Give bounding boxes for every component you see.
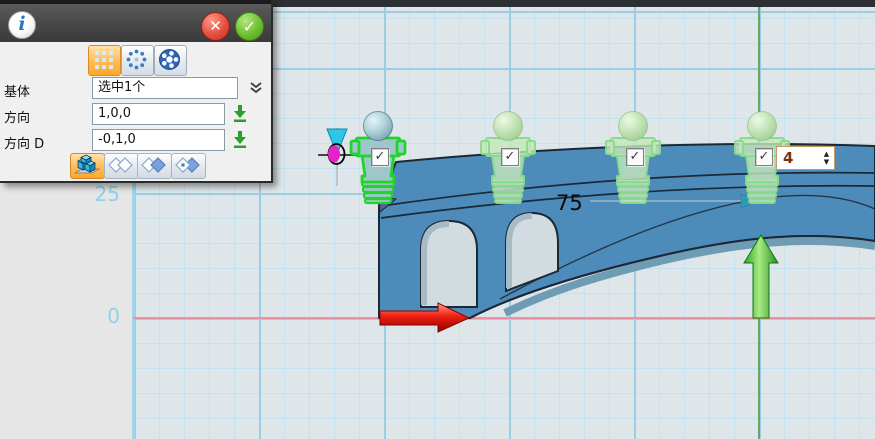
two-white-diamonds-icon <box>105 154 136 176</box>
circular-pattern-icon <box>122 46 151 73</box>
pattern-dialog: i ✕ ✓ <box>0 0 273 183</box>
pawn-head <box>364 112 393 141</box>
base-field-label: 基体 <box>4 81 30 100</box>
boolean-option-3-button[interactable] <box>137 153 172 179</box>
check-icon: ✓ <box>630 149 641 164</box>
pawn-head <box>748 112 777 141</box>
linear-pattern-button[interactable] <box>88 45 121 76</box>
boolean-merge-button[interactable] <box>70 153 105 179</box>
confirm-button[interactable]: ✓ <box>235 12 264 41</box>
spherical-pattern-button[interactable] <box>154 45 187 76</box>
base-field-input[interactable]: 选中1个 <box>92 77 238 99</box>
direction2-field-label: 方向 D <box>4 133 44 152</box>
boolean-option-4-button[interactable] <box>171 153 206 179</box>
application-window: 25 0 <box>0 0 875 439</box>
direction1-field-input[interactable]: 1,0,0 <box>92 103 225 125</box>
spinner-arrows: ▲ ▼ <box>819 147 834 169</box>
check-icon: ✓ <box>505 149 516 164</box>
instance-2-checkbox[interactable]: ✓ <box>501 148 519 166</box>
expand-chevron-icon[interactable] <box>248 80 264 96</box>
direction1-pick-icon[interactable] <box>231 104 249 123</box>
white-blue-diamonds-icon <box>138 154 169 176</box>
circular-pattern-button[interactable] <box>121 45 154 76</box>
linear-pattern-icon <box>95 51 113 69</box>
pawn-head <box>619 112 648 141</box>
origin-point-icon[interactable] <box>328 146 340 163</box>
spherical-pattern-icon <box>155 46 184 73</box>
spinner-up-button[interactable]: ▲ <box>819 150 834 158</box>
info-icon[interactable]: i <box>8 11 36 39</box>
check-icon: ✓ <box>759 149 770 164</box>
check-icon: ✓ <box>375 149 386 164</box>
instance-4-checkbox[interactable]: ✓ <box>755 148 773 166</box>
direction1-field-label: 方向 <box>4 107 30 126</box>
cubes-icon <box>71 154 102 176</box>
boolean-option-2-button[interactable] <box>104 153 139 179</box>
pattern-count-value[interactable]: 4 <box>777 147 819 169</box>
direction2-field-input[interactable]: -0,1,0 <box>92 129 225 151</box>
pawn-head <box>494 112 523 141</box>
instance-3-checkbox[interactable]: ✓ <box>626 148 644 166</box>
dot-diamond-icon <box>172 154 203 176</box>
spinner-down-button[interactable]: ▼ <box>819 158 834 166</box>
pattern-count-spinner[interactable]: 4 ▲ ▼ <box>776 146 835 170</box>
dialog-titlebar: i ✕ ✓ <box>0 0 271 42</box>
cancel-button[interactable]: ✕ <box>201 12 230 41</box>
dimension-value[interactable]: 75 <box>556 191 583 215</box>
instance-1-checkbox[interactable]: ✓ <box>371 148 389 166</box>
direction2-pick-icon[interactable] <box>231 130 249 149</box>
